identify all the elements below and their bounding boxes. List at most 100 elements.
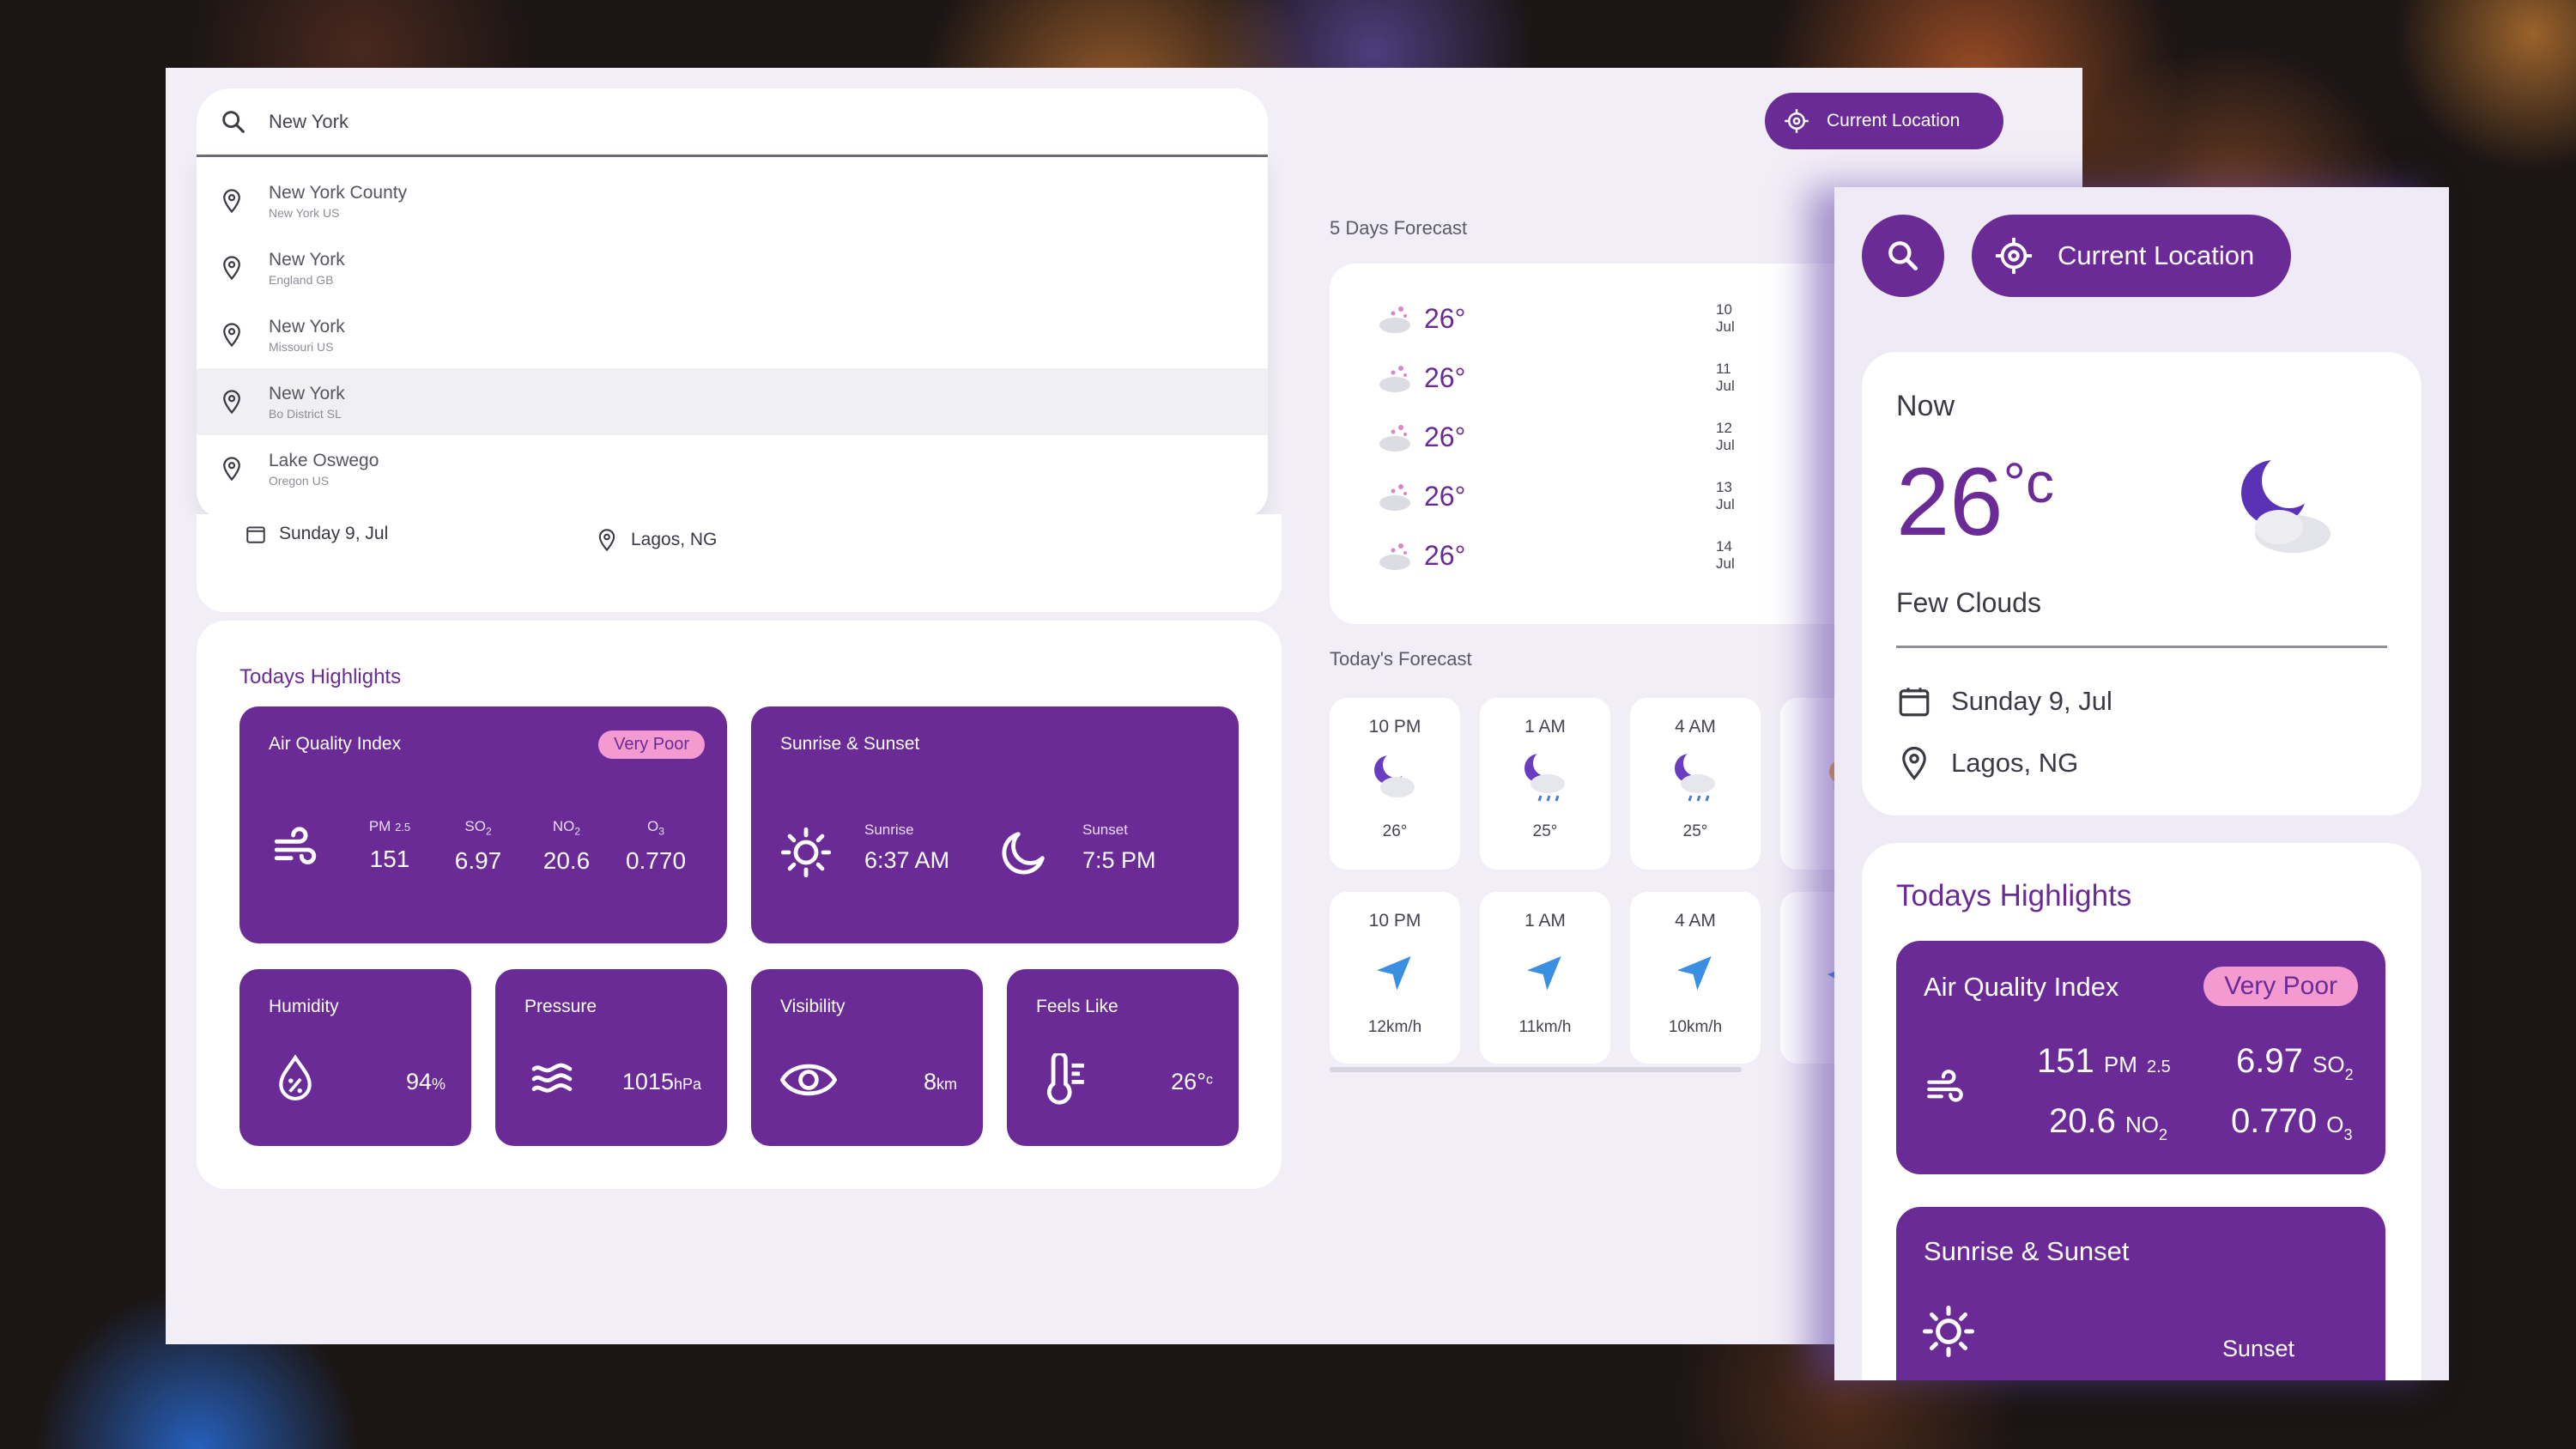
forecast-temp: 26° [1424,361,1466,393]
forecast-date: 10 Jul [1716,301,1735,335]
calendar-icon [1899,688,1930,717]
horizontal-scrollbar[interactable] [1330,1067,1742,1072]
wind-icon [1927,1070,1963,1102]
hourly-value: 11km/h [1518,1018,1572,1036]
night-snow-cloud-icon [1379,484,1410,511]
calendar-icon [246,526,265,543]
hourly-value: 10km/h [1668,1018,1723,1036]
mobile-app-view: Current Location Now 26°c Few Clouds Sun… [1834,187,2449,1380]
wind-direction-icon [1527,956,1561,991]
visibility-card: Visibility 8km [751,969,983,1146]
location-row: Lagos, NG [1896,745,2078,781]
humidity-value: 94 [405,1069,432,1094]
humidity-title: Humidity [269,997,339,1016]
forecast-date: 13 Jul [1716,479,1735,512]
suggestion-item-highlighted[interactable]: New York Bo District SL [197,368,1268,435]
sunrise-sunset-title: Sunrise & Sunset [1924,1236,2130,1266]
current-date: Sunday 9, Jul [1951,686,2112,716]
aq-label: PM [368,818,391,834]
forecast-date: 12 Jul [1716,420,1735,453]
now-temp-value: 26 [1896,448,2003,555]
sunset-label: Sunset [2222,1336,2295,1361]
location-pin-icon [1902,746,1926,780]
suggestion-item[interactable]: New York County New York US [197,167,1268,234]
sunrise-sunset-card: Sunrise & Sunset Sunrise 6:37 AM Sunset … [751,706,1239,943]
humidity-reading: 94% [406,1069,445,1095]
mobile-highlights-card: Todays Highlights Air Quality Index Very… [1862,843,2421,1380]
aq-label: SO [464,818,486,834]
now-temp-unit: °c [2003,451,2054,514]
visibility-reading: 8km [924,1069,957,1095]
aq-so2: SO2 6.97 [439,818,517,875]
date-row: Sunday 9, Jul [1896,683,2112,719]
current-location: Lagos, NG [631,530,718,549]
location-pin-icon [223,323,240,348]
hourly-time: 4 AM [1675,717,1716,737]
aq-pm25: 151 PM 2.5 [2037,1042,2171,1081]
forecast-row: 26° 14 Jul [1373,538,1735,573]
divider [1896,646,2387,648]
pressure-card: Pressure 1015hPa [495,969,727,1146]
aq-value: 0.770 [2231,1102,2318,1140]
highlights-card: Todays Highlights Air Quality Index Very… [197,621,1282,1189]
suggestion-item[interactable]: New York England GB [197,234,1268,301]
forecast-row: 26° 11 Jul [1373,361,1735,395]
pressure-waves-icon [531,1063,573,1093]
eye-icon [780,1064,837,1096]
hourly-temp-card: 4 AM 25° [1630,698,1761,870]
now-temperature: 26°c [1896,446,2054,557]
mobile-air-quality-card: Air Quality Index Very Poor 151 PM 2.5 6… [1896,941,2385,1174]
sunrise-time: 6:37 AM [864,847,950,873]
aq-label-sub: 3 [658,825,664,838]
hourly-value: 25° [1682,822,1708,840]
hourly-time: 10 PM [1368,911,1421,931]
forecast-date: 14 Jul [1716,538,1735,572]
aq-so2: 6.97 SO2 [2236,1042,2354,1084]
sun-icon [780,827,832,878]
mobile-search-button[interactable] [1862,215,1944,297]
crosshair-icon [1995,237,2033,275]
search-input[interactable] [269,110,1041,133]
humidity-drop-icon [279,1054,312,1100]
sun-icon [1923,1306,1974,1357]
forecast-date: 11 Jul [1716,361,1735,394]
hourly-value: 25° [1532,822,1558,840]
night-snow-cloud-icon [1379,543,1410,570]
current-location: Lagos, NG [1951,748,2079,778]
forecast-temp: 26° [1424,480,1466,512]
visibility-title: Visibility [780,997,846,1016]
suggestion-name: New York [269,249,345,270]
hourly-wind-card: 1 AM 11km/h [1480,892,1610,1064]
aq-value: 6.97 [2236,1042,2303,1080]
aq-label: PM [2103,1052,2137,1077]
thermometer-icon [1046,1053,1084,1105]
suggestion-region: New York US [269,205,340,220]
pressure-reading: 1015hPa [622,1069,701,1095]
humidity-card: Humidity 94% [239,969,471,1146]
aq-label-sub: 3 [2343,1126,2353,1143]
search-bar[interactable] [197,88,1268,157]
suggestion-item[interactable]: New York Missouri US [197,301,1268,368]
hourly-temp-card: 1 AM 25° [1480,698,1610,870]
aq-label: NO [2124,1112,2159,1137]
aq-label-sub: 2.5 [395,821,411,834]
feels-like-value: 26° [1171,1069,1206,1094]
wind-direction-icon [1377,956,1411,991]
wind-direction-icon [1677,956,1712,991]
feels-like-title: Feels Like [1036,997,1118,1016]
forecast-row: 26° 12 Jul [1373,420,1735,454]
suggestion-region: Missouri US [269,339,334,354]
current-location-button[interactable]: Current Location [1765,93,2003,149]
suggestion-name: New York County [269,182,408,203]
location-row: Lagos, NG [595,528,717,552]
hourly-value: 12km/h [1367,1018,1422,1036]
suggestion-item[interactable]: Lake Oswego Oregon US [197,435,1268,502]
aq-no2: NO2 20.6 [528,818,605,875]
aq-label-sub: 2.5 [2147,1058,2171,1076]
mobile-current-location-button[interactable]: Current Location [1972,215,2291,297]
night-rain-cloud-icon [1524,750,1565,802]
aq-label-sub: 2 [2158,1126,2167,1143]
aq-value: 0.770 [625,847,687,875]
location-pin-icon [223,256,240,281]
weather-description: Few Clouds [1896,587,2041,618]
